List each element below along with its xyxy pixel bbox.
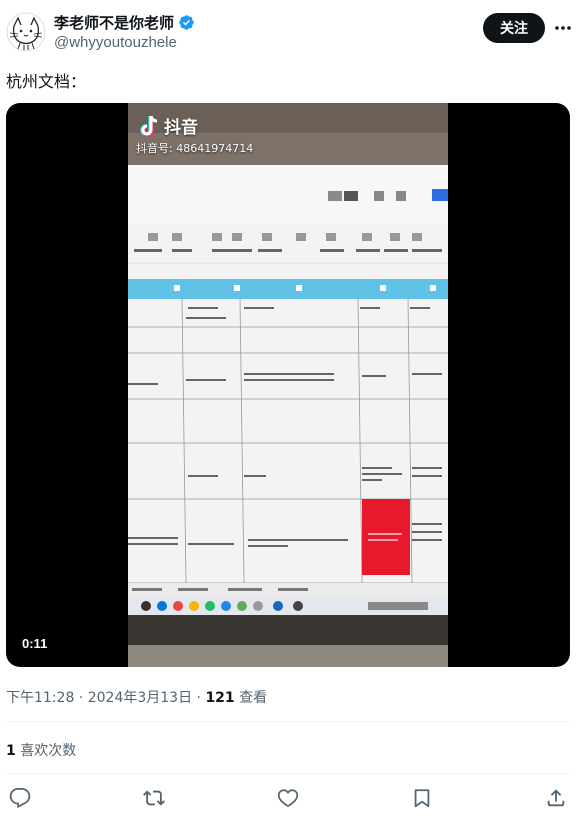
tweet: 李老师不是你老师 @whyyoutouzhele 关注 杭州文档： 抖音 抖音号…: [0, 0, 586, 822]
verified-badge-icon: [179, 15, 194, 30]
bookmark-icon: [414, 789, 430, 808]
views-label: 查看: [239, 690, 268, 706]
author-display-name[interactable]: 李老师不是你老师: [54, 12, 174, 33]
author-handle[interactable]: @whyyoutouzhele: [54, 34, 177, 51]
like-button[interactable]: [276, 786, 300, 810]
share-icon: [547, 789, 565, 807]
meta-separator: ·: [74, 690, 88, 706]
avatar-cat-sketch-icon: [6, 12, 46, 52]
tweet-date[interactable]: 2024年3月13日: [88, 690, 192, 706]
likes-count: 1: [6, 743, 16, 759]
avatar[interactable]: [6, 12, 46, 52]
video-frame: 抖音 抖音号: 48641974714: [128, 103, 448, 667]
reply-icon: [9, 787, 31, 809]
divider: [6, 721, 570, 722]
views-count: 121: [205, 690, 235, 706]
reply-button[interactable]: [8, 786, 32, 810]
more-options-button[interactable]: [552, 18, 574, 38]
share-button[interactable]: [544, 786, 568, 810]
video-player[interactable]: 抖音 抖音号: 48641974714 0:11: [6, 103, 570, 667]
tiktok-note-icon: [140, 115, 158, 137]
bookmark-button[interactable]: [410, 786, 434, 810]
tiktok-watermark: 抖音: [138, 113, 198, 138]
author-name-row[interactable]: 李老师不是你老师: [54, 12, 195, 33]
retweet-icon: [143, 790, 165, 806]
likes-summary[interactable]: 1 喜欢次数: [6, 740, 76, 760]
tweet-text: 杭州文档：: [6, 72, 87, 91]
tiktok-app-name: 抖音: [164, 118, 198, 138]
like-icon: [277, 789, 299, 807]
meta-separator: ·: [192, 690, 206, 706]
tweet-time[interactable]: 下午11:28: [6, 690, 74, 706]
likes-label: 喜欢次数: [20, 743, 77, 759]
action-bar: [0, 786, 586, 812]
tweet-meta: 下午11:28 · 2024年3月13日 · 121 查看: [6, 687, 267, 707]
retweet-button[interactable]: [142, 786, 166, 810]
tiktok-account-id: 抖音号: 48641974714: [136, 142, 254, 155]
video-duration: 0:11: [16, 633, 54, 654]
follow-button[interactable]: 关注: [483, 13, 545, 43]
video-screen-content: [128, 103, 448, 667]
more-horizontal-icon: [555, 26, 571, 30]
divider: [6, 773, 570, 774]
